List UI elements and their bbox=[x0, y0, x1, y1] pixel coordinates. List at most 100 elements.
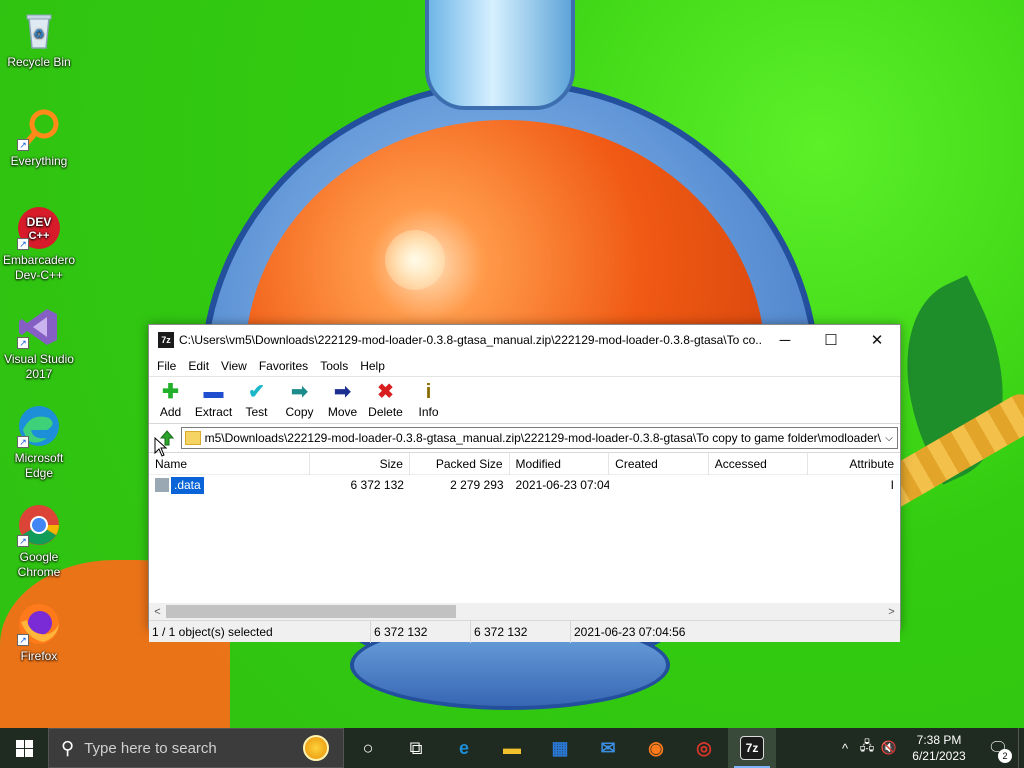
status-modified: 2021-06-23 07:04:56 bbox=[574, 624, 686, 639]
scroll-right-icon[interactable]: > bbox=[883, 606, 900, 618]
toolbar-label: Copy bbox=[285, 405, 314, 419]
menu-file[interactable]: File bbox=[151, 359, 182, 373]
taskbar-app-microsoft-store[interactable]: ▦ bbox=[536, 728, 584, 768]
file-attribute: I bbox=[890, 478, 895, 492]
folder-icon bbox=[185, 431, 201, 445]
shortcut-arrow-icon: ↗ bbox=[17, 337, 29, 349]
ornament-cap bbox=[425, 0, 575, 110]
everything-search-icon: ↗ bbox=[17, 107, 61, 151]
scroll-thumb[interactable] bbox=[166, 605, 456, 618]
file-packed-size: 2 279 293 bbox=[450, 478, 504, 492]
desktop-icon-chrome[interactable]: ↗ Google Chrome bbox=[2, 503, 76, 580]
address-path: C:\Users\vm5\Downloads\222129-mod-loader… bbox=[205, 431, 881, 445]
toolbar-info-button[interactable]: i Info bbox=[407, 381, 450, 419]
toolbar-add-button[interactable]: ✚ Add bbox=[149, 381, 192, 419]
file-modified: 2021-06-23 07:04 bbox=[515, 478, 610, 492]
minimize-button[interactable]: ─ bbox=[762, 325, 808, 355]
7zip-file-manager-window[interactable]: 7z C:\Users\vm5\Downloads\222129-mod-loa… bbox=[148, 324, 901, 643]
firefox-icon: ↗ bbox=[17, 602, 61, 646]
taskbar-app-cortana[interactable]: ○ bbox=[344, 728, 392, 768]
scroll-left-icon[interactable]: < bbox=[149, 606, 166, 618]
file-list[interactable]: Name Size Packed Size Modified Created A… bbox=[149, 453, 900, 603]
taskbar-app-7zip[interactable]: 7z bbox=[728, 728, 776, 768]
cortana-icon: ○ bbox=[362, 737, 374, 758]
shortcut-arrow-icon: ↗ bbox=[17, 634, 29, 646]
toolbar-label: Add bbox=[159, 405, 182, 419]
menu-help[interactable]: Help bbox=[354, 359, 391, 373]
taskbar-search-box[interactable]: ⚲ Type here to search bbox=[48, 728, 344, 768]
toolbar-move-button[interactable]: ➡ Move bbox=[321, 381, 364, 419]
status-size: 6 372 132 bbox=[371, 620, 471, 643]
edge-icon: e bbox=[458, 737, 469, 758]
firefox-icon: ◉ bbox=[648, 737, 664, 758]
maximize-button[interactable]: ☐ bbox=[808, 325, 854, 355]
clock-date: 6/21/2023 bbox=[912, 749, 966, 763]
volume-muted-icon[interactable]: 🔇 bbox=[878, 740, 900, 756]
taskbar-app-chrome[interactable]: ◎ bbox=[680, 728, 728, 768]
toolbar-label: Delete bbox=[368, 405, 403, 419]
column-header-accessed[interactable]: Accessed bbox=[709, 453, 809, 475]
desktop-icon-firefox[interactable]: ↗ Firefox bbox=[2, 602, 76, 664]
menu-edit[interactable]: Edit bbox=[182, 359, 215, 373]
column-header-name[interactable]: Name bbox=[149, 453, 311, 475]
mouse-cursor-icon bbox=[154, 437, 168, 457]
toolbar-test-button[interactable]: ✔ Test bbox=[235, 381, 278, 419]
notification-count: 2 bbox=[998, 749, 1012, 763]
list-header: Name Size Packed Size Modified Created A… bbox=[149, 453, 900, 475]
action-center-button[interactable]: 🗨 2 bbox=[978, 728, 1018, 768]
menu-tools[interactable]: Tools bbox=[314, 359, 354, 373]
search-placeholder: Type here to search bbox=[84, 739, 217, 757]
desktop-icon-visual-studio[interactable]: ↗ Visual Studio 2017 bbox=[2, 305, 76, 382]
network-icon[interactable]: 🖧 bbox=[856, 737, 878, 759]
search-highlight-icon[interactable] bbox=[303, 735, 329, 761]
toolbar-label: Test bbox=[245, 405, 268, 419]
devcpp-icon: DEV C++ ↗ bbox=[17, 206, 61, 250]
taskbar-app-firefox[interactable]: ◉ bbox=[632, 728, 680, 768]
title-bar[interactable]: 7z C:\Users\vm5\Downloads\222129-mod-loa… bbox=[149, 325, 900, 355]
desktop-icon-everything[interactable]: ↗ Everything bbox=[2, 107, 76, 169]
chrome-icon: ◎ bbox=[696, 737, 712, 758]
toolbar-copy-button[interactable]: ➡ Copy bbox=[278, 381, 321, 419]
clock[interactable]: 7:38 PM 6/21/2023 bbox=[900, 732, 978, 764]
start-button[interactable] bbox=[0, 728, 48, 768]
menu-view[interactable]: View bbox=[215, 359, 253, 373]
chevron-down-icon[interactable]: ⌵ bbox=[881, 433, 897, 444]
toolbar-label: Move bbox=[327, 405, 358, 419]
shortcut-arrow-icon: ↗ bbox=[17, 436, 29, 448]
shortcut-arrow-icon: ↗ bbox=[17, 535, 29, 547]
taskbar-app-file-explorer[interactable]: ▬ bbox=[488, 728, 536, 768]
desktop-icon-recycle-bin[interactable]: ♻ Recycle Bin bbox=[2, 8, 76, 70]
toolbar-extract-button[interactable]: ▬ Extract bbox=[192, 381, 235, 419]
toolbar-delete-button[interactable]: ✖ Delete bbox=[364, 381, 407, 419]
recycle-bin-icon: ♻ bbox=[17, 8, 61, 52]
horizontal-scrollbar[interactable]: < > bbox=[149, 603, 900, 620]
column-header-attribute[interactable]: Attribute bbox=[808, 453, 900, 475]
address-bar[interactable]: C:\Users\vm5\Downloads\222129-mod-loader… bbox=[181, 427, 898, 449]
taskbar-app-task-view[interactable]: ⧉ bbox=[392, 728, 440, 768]
file-size: 6 372 132 bbox=[350, 478, 404, 492]
task-view-icon: ⧉ bbox=[409, 737, 423, 758]
taskbar-app-edge[interactable]: e bbox=[440, 728, 488, 768]
desktop-icon-devcpp[interactable]: DEV C++ ↗ Embarcadero Dev-C++ bbox=[2, 206, 76, 283]
scroll-track[interactable] bbox=[166, 605, 883, 618]
7zip-app-icon: 7z bbox=[158, 332, 174, 348]
7zip-icon: 7z bbox=[740, 736, 764, 760]
status-packed: 6 372 132 bbox=[471, 620, 571, 643]
column-header-created[interactable]: Created bbox=[609, 453, 709, 475]
close-button[interactable]: ✕ bbox=[854, 325, 900, 355]
tray-chevron-icon[interactable]: ^ bbox=[834, 741, 856, 756]
menu-favorites[interactable]: Favorites bbox=[253, 359, 314, 373]
visual-studio-icon: ↗ bbox=[17, 305, 61, 349]
column-header-size[interactable]: Size bbox=[310, 453, 410, 475]
minus-icon: ▬ bbox=[203, 381, 224, 403]
copy-arrow-icon: ➡ bbox=[291, 381, 308, 403]
file-name-cell[interactable]: .data bbox=[149, 475, 310, 495]
checkmark-icon: ✔ bbox=[248, 381, 265, 403]
taskbar-app-mail[interactable]: ✉ bbox=[584, 728, 632, 768]
table-row[interactable]: .data 6 372 132 2 279 293 2021-06-23 07:… bbox=[149, 475, 900, 495]
column-header-modified[interactable]: Modified bbox=[510, 453, 610, 475]
show-desktop-button[interactable] bbox=[1018, 728, 1024, 768]
column-header-packed-size[interactable]: Packed Size bbox=[410, 453, 510, 475]
menu-bar: File Edit View Favorites Tools Help bbox=[149, 355, 900, 377]
desktop-icon-edge[interactable]: ↗ Microsoft Edge bbox=[2, 404, 76, 481]
